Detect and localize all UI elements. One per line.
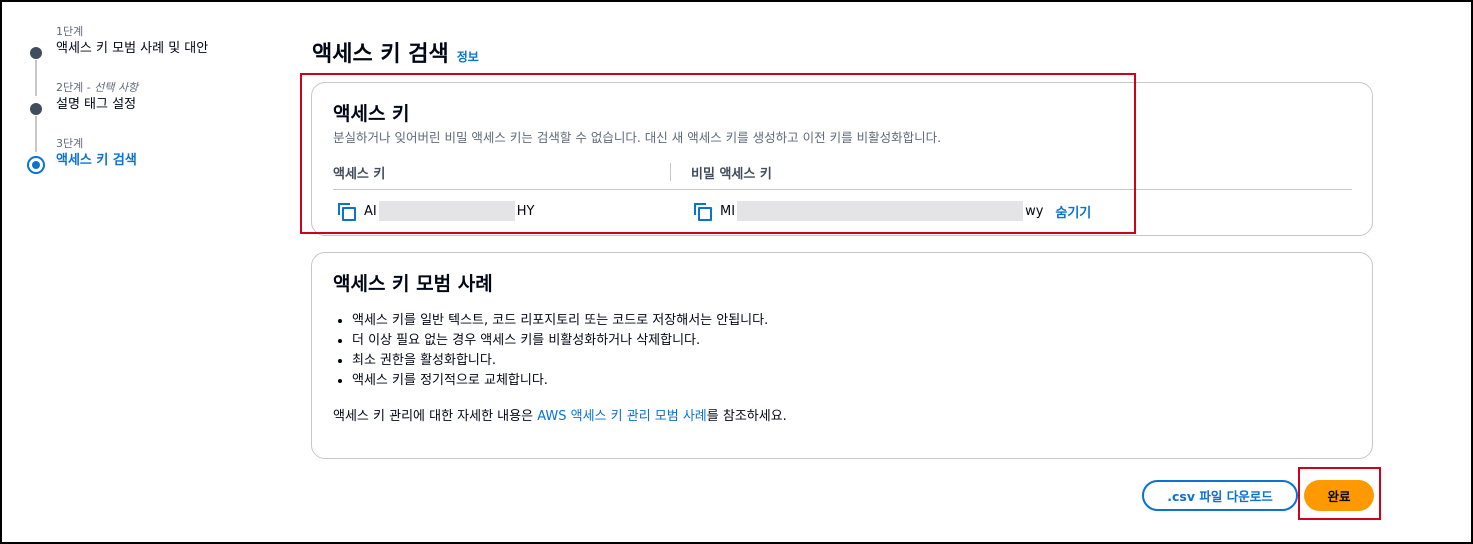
redacted-region [378, 201, 515, 221]
best-practices-card: 액세스 키 모범 사례 액세스 키를 일반 텍스트, 코드 리포지토리 또는 코… [311, 252, 1373, 459]
access-key-card-title: 액세스 키 [333, 103, 410, 125]
best-practices-list: 액세스 키를 일반 텍스트, 코드 리포지토리 또는 코드로 저장해서는 안됩니… [352, 311, 768, 391]
access-key-prefix: AI [364, 203, 377, 219]
list-item: 최소 권한을 활성화합니다. [352, 351, 768, 371]
info-link[interactable]: 정보 [457, 48, 479, 65]
list-item: 더 이상 필요 없는 경우 액세스 키를 비활성화하거나 삭제합니다. [352, 331, 768, 351]
best-practices-title: 액세스 키 모범 사례 [333, 273, 493, 295]
download-csv-button[interactable]: .csv 파일 다운로드 [1142, 480, 1298, 511]
access-key-column-header: 액세스 키 [333, 167, 386, 182]
secret-key-column-header: 비밀 액세스 키 [691, 167, 772, 182]
access-key-description: 분실하거나 잊어버린 비밀 액세스 키는 검색할 수 없습니다. 대신 새 액세… [333, 130, 942, 145]
step-1-dot-icon [30, 47, 42, 59]
table-divider [333, 189, 1352, 190]
done-button[interactable]: 완료 [1304, 480, 1374, 511]
step-2-label: 2단계 - 선택 사항 [56, 81, 139, 94]
hide-secret-link[interactable]: 숨기기 [1055, 202, 1091, 221]
step-3-label: 3단계 [56, 137, 84, 150]
step-2-dot-icon [30, 103, 42, 115]
page-header: 액세스 키 검색 정보 [312, 36, 479, 68]
step-3[interactable]: 3단계 액세스 키 검색 [24, 136, 284, 192]
page-title: 액세스 키 검색 [312, 42, 449, 67]
step-2[interactable]: 2단계 - 선택 사항 설명 태그 설정 [24, 80, 284, 152]
step-1[interactable]: 1단계 액세스 키 모범 사례 및 대안 [24, 24, 284, 96]
secret-key-prefix: MI [720, 203, 736, 219]
step-1-title[interactable]: 액세스 키 모범 사례 및 대안 [56, 40, 284, 58]
list-item: 액세스 키를 일반 텍스트, 코드 리포지토리 또는 코드로 저장해서는 안됩니… [352, 311, 768, 331]
copy-icon[interactable] [338, 203, 356, 221]
access-key-card: 액세스 키 분실하거나 잊어버린 비밀 액세스 키는 검색할 수 없습니다. 대… [311, 82, 1373, 236]
column-divider [670, 163, 671, 181]
copy-icon[interactable] [694, 203, 712, 221]
step-1-label: 1단계 [56, 25, 84, 38]
secret-key-suffix: wy [1025, 203, 1044, 219]
best-practices-link[interactable]: AWS 액세스 키 관리 모범 사례 [537, 409, 707, 424]
wizard-stepper: 1단계 액세스 키 모범 사례 및 대안 2단계 - 선택 사항 설명 태그 설… [24, 24, 284, 192]
step-3-title[interactable]: 액세스 키 검색 [56, 152, 284, 170]
step-3-active-dot-icon [27, 156, 45, 174]
access-key-value: AI HY [338, 201, 534, 221]
access-key-suffix: HY [516, 203, 535, 219]
step-2-title[interactable]: 설명 태그 설정 [56, 96, 284, 114]
secret-key-value: MI wy 숨기기 [694, 201, 1091, 221]
list-item: 액세스 키를 정기적으로 교체합니다. [352, 371, 768, 391]
footnote-text: 액세스 키 관리에 대한 자세한 내용은 [333, 409, 538, 424]
redacted-region [737, 201, 1024, 221]
step-2-optional-label: 선택 사항 [94, 81, 139, 94]
best-practices-footnote: 액세스 키 관리에 대한 자세한 내용은 AWS 액세스 키 관리 모범 사례를… [333, 405, 787, 424]
footnote-text: 를 참조하세요. [706, 409, 787, 424]
